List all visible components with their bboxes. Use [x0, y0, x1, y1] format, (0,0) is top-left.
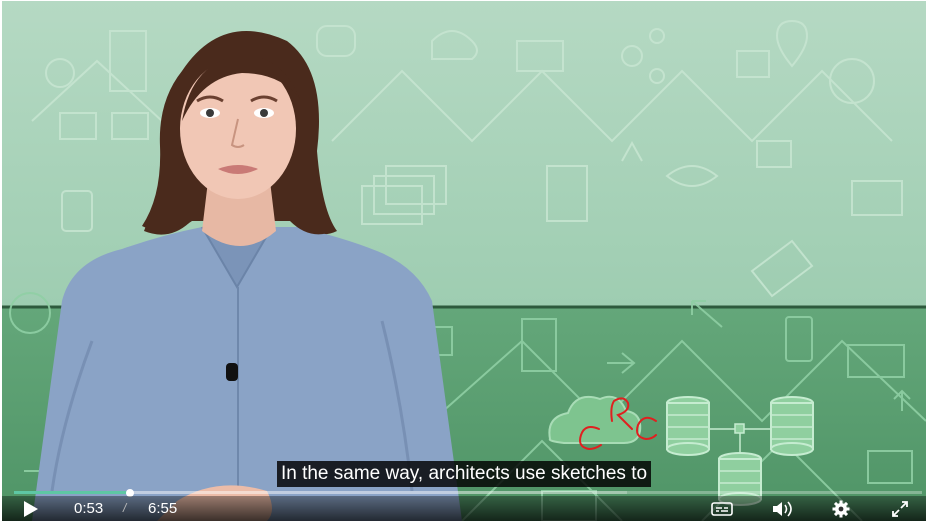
fullscreen-button[interactable] [887, 496, 913, 521]
gear-icon [832, 500, 850, 517]
settings-button[interactable] [828, 496, 854, 521]
time-separator: / [123, 501, 127, 515]
seek-bar[interactable] [14, 489, 922, 497]
volume-icon [773, 500, 792, 517]
play-button[interactable] [18, 496, 44, 521]
play-icon [24, 500, 38, 517]
played-range [14, 491, 131, 494]
fullscreen-icon [892, 500, 908, 517]
captions-button[interactable] [709, 496, 735, 521]
video-frame[interactable] [2, 1, 926, 521]
current-time: 0:53 [74, 500, 104, 517]
captions-icon [711, 501, 733, 516]
video-player[interactable]: In the same way, architects use sketches… [2, 1, 926, 521]
control-bar: 0:53 / 6:55 [2, 496, 926, 521]
subtitle-caption: In the same way, architects use sketches… [2, 461, 926, 487]
volume-button[interactable] [769, 496, 795, 521]
duration: 6:55 [148, 500, 178, 517]
subtitle-text: In the same way, architects use sketches… [276, 461, 652, 487]
